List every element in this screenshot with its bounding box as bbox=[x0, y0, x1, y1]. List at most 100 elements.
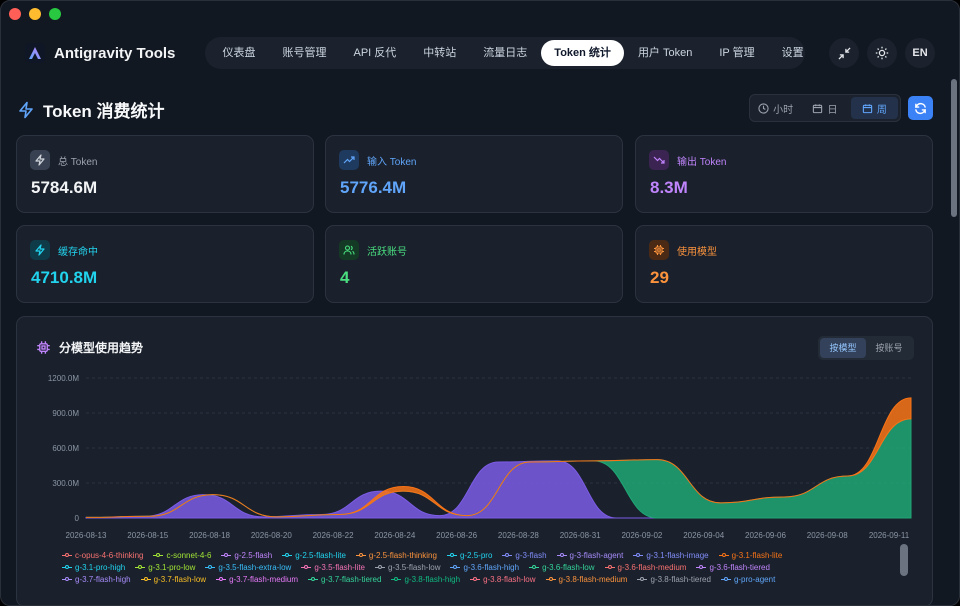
legend-label: g-2.5-flash-thinking bbox=[368, 550, 437, 560]
y-tick-label: 1200.0M bbox=[48, 374, 79, 383]
legend-item[interactable]: g-3.1-pro-high bbox=[62, 561, 125, 573]
legend-label: g-pro-agent bbox=[733, 574, 776, 584]
legend-marker bbox=[529, 564, 540, 570]
legend-row: g-3.7-flash-high g-3.7-flash-low g-3.7-fla… bbox=[62, 573, 892, 585]
legend-marker bbox=[62, 564, 72, 570]
legend-marker bbox=[502, 552, 513, 558]
legend-marker bbox=[307, 576, 318, 582]
legend-item[interactable]: g-3.5-flash-lite bbox=[301, 561, 365, 573]
x-tick-label: 2026-09-04 bbox=[683, 531, 724, 540]
legend-item[interactable]: g-2.5-flash-lite bbox=[282, 549, 346, 561]
legend-marker bbox=[205, 564, 216, 570]
legend-item[interactable]: g-3.1-flash-image bbox=[633, 549, 709, 561]
legend-marker bbox=[718, 552, 729, 558]
legend-item[interactable]: g-2.5-pro bbox=[446, 549, 493, 561]
legend-label: g-3.6-flash-medium bbox=[617, 562, 687, 572]
legend-label: g-3.7-flash-low bbox=[153, 574, 207, 584]
legend-marker bbox=[153, 552, 164, 558]
legend-item[interactable]: g-3.7-flash-high bbox=[62, 573, 131, 585]
legend-item[interactable]: g-3.7-flash-tiered bbox=[307, 573, 382, 585]
legend-label: g-3.5-flash-low bbox=[388, 562, 441, 572]
x-tick-label: 2026-08-15 bbox=[127, 531, 168, 540]
legend-label: g-2.5-flash bbox=[234, 550, 273, 560]
trend-chart: 0 300.0M 600.0M 900.0M 1200.0M 2026-08-13 2026… bbox=[48, 374, 912, 540]
legend-marker bbox=[446, 552, 457, 558]
legend-item[interactable]: g-3.8-flash-tiered bbox=[637, 573, 711, 585]
legend-item[interactable]: g-3.5-flash-extra-low bbox=[205, 561, 291, 573]
legend-label: g-3.7-flash-tiered bbox=[320, 574, 382, 584]
legend-marker bbox=[604, 564, 615, 570]
legend-item[interactable]: g-3-flash-agent bbox=[556, 549, 624, 561]
legend-item[interactable]: g-3-flash bbox=[502, 549, 547, 561]
x-tick-label: 2026-08-22 bbox=[313, 531, 354, 540]
legend-item[interactable]: c-opus-4-6-thinking bbox=[62, 549, 143, 561]
legend-label: g-3.5-flash-lite bbox=[314, 562, 365, 572]
x-tick-label: 2026-09-11 bbox=[869, 531, 910, 540]
x-tick-label: 2026-08-26 bbox=[436, 531, 477, 540]
y-tick-label: 0 bbox=[75, 514, 80, 523]
y-tick-label: 300.0M bbox=[52, 479, 79, 488]
legend-item[interactable]: g-2.5-flash bbox=[221, 549, 272, 561]
y-tick-label: 600.0M bbox=[52, 444, 79, 453]
legend-item[interactable]: g-3.7-flash-medium bbox=[216, 573, 298, 585]
legend-marker bbox=[556, 552, 567, 558]
legend-item[interactable]: g-3.8-flash-medium bbox=[545, 573, 627, 585]
legend-marker bbox=[282, 552, 293, 558]
legend-item[interactable]: g-3.1-pro-low bbox=[135, 561, 195, 573]
legend-scrollbar[interactable] bbox=[900, 544, 908, 576]
legend-row: g-3.1-pro-high g-3.1-pro-low g-3.5-flash-e… bbox=[62, 561, 892, 573]
legend-item[interactable]: g-3.6-flash-tiered bbox=[696, 561, 770, 573]
legend-label: g-3.7-flash-medium bbox=[229, 574, 298, 584]
x-tick-label: 2026-09-06 bbox=[745, 531, 786, 540]
legend-label: g-2.5-pro bbox=[459, 550, 493, 560]
legend-label: g-3.1-flash-lite bbox=[731, 550, 783, 560]
legend-marker bbox=[545, 576, 556, 582]
legend-marker bbox=[696, 564, 707, 570]
x-tick-label: 2026-09-02 bbox=[621, 531, 662, 540]
legend-item[interactable]: c-sonnet-4-6 bbox=[153, 549, 211, 561]
chart-legend: c-opus-4-6-thinking c-sonnet-4-6 g-2.5-fla… bbox=[62, 549, 892, 585]
legend-item[interactable]: g-3.8-flash-low bbox=[470, 573, 536, 585]
x-tick-label: 2026-08-24 bbox=[374, 531, 415, 540]
legend-marker bbox=[450, 564, 461, 570]
legend-label: c-opus-4-6-thinking bbox=[75, 550, 144, 560]
legend-row: c-opus-4-6-thinking c-sonnet-4-6 g-2.5-fla… bbox=[62, 549, 892, 561]
legend-marker bbox=[140, 576, 151, 582]
legend-marker bbox=[375, 564, 385, 570]
legend-item[interactable]: g-3.1-flash-lite bbox=[718, 549, 783, 561]
legend-marker bbox=[62, 576, 72, 582]
legend-label: g-3.7-flash-high bbox=[75, 574, 131, 584]
legend-marker bbox=[637, 576, 648, 582]
legend-marker bbox=[633, 552, 644, 558]
page-scrollbar[interactable] bbox=[950, 79, 958, 605]
legend-marker bbox=[62, 552, 72, 558]
legend-item[interactable]: g-3.8-flash-high bbox=[391, 573, 460, 585]
page-scrollbar-thumb[interactable] bbox=[951, 79, 957, 217]
legend-item[interactable]: g-2.5-flash-thinking bbox=[355, 549, 437, 561]
legend-item[interactable]: g-3.6-flash-high bbox=[450, 561, 519, 573]
y-tick-label: 900.0M bbox=[52, 409, 79, 418]
legend-label: g-3.6-flash-tiered bbox=[709, 562, 770, 572]
legend-label: g-3-flash bbox=[515, 550, 547, 560]
legend-marker bbox=[391, 576, 402, 582]
x-tick-label: 2026-08-18 bbox=[189, 531, 230, 540]
legend-item[interactable]: g-3.7-flash-low bbox=[140, 573, 207, 585]
legend-label: c-sonnet-4-6 bbox=[166, 550, 212, 560]
x-tick-label: 2026-08-20 bbox=[251, 531, 292, 540]
legend-marker bbox=[221, 552, 232, 558]
app-window: Antigravity Tools 仪表盘 账号管理 API 反代 中转站 流量… bbox=[0, 0, 960, 606]
legend-label: g-3-flash-agent bbox=[569, 550, 624, 560]
legend-item[interactable]: g-3.6-flash-low bbox=[529, 561, 595, 573]
legend-marker bbox=[355, 552, 366, 558]
legend-label: g-3.8-flash-high bbox=[404, 574, 461, 584]
legend-label: g-3.1-pro-low bbox=[148, 562, 196, 572]
legend-item[interactable]: g-pro-agent bbox=[720, 573, 776, 585]
legend-marker bbox=[216, 576, 227, 582]
legend-label: g-3.8-flash-low bbox=[483, 574, 536, 584]
legend-item[interactable]: g-3.6-flash-medium bbox=[604, 561, 687, 573]
x-tick-label: 2026-08-28 bbox=[498, 531, 539, 540]
legend-marker bbox=[720, 576, 731, 582]
legend-item[interactable]: g-3.5-flash-low bbox=[375, 561, 440, 573]
x-tick-label: 2026-08-31 bbox=[560, 531, 601, 540]
legend-label: g-2.5-flash-lite bbox=[295, 550, 346, 560]
